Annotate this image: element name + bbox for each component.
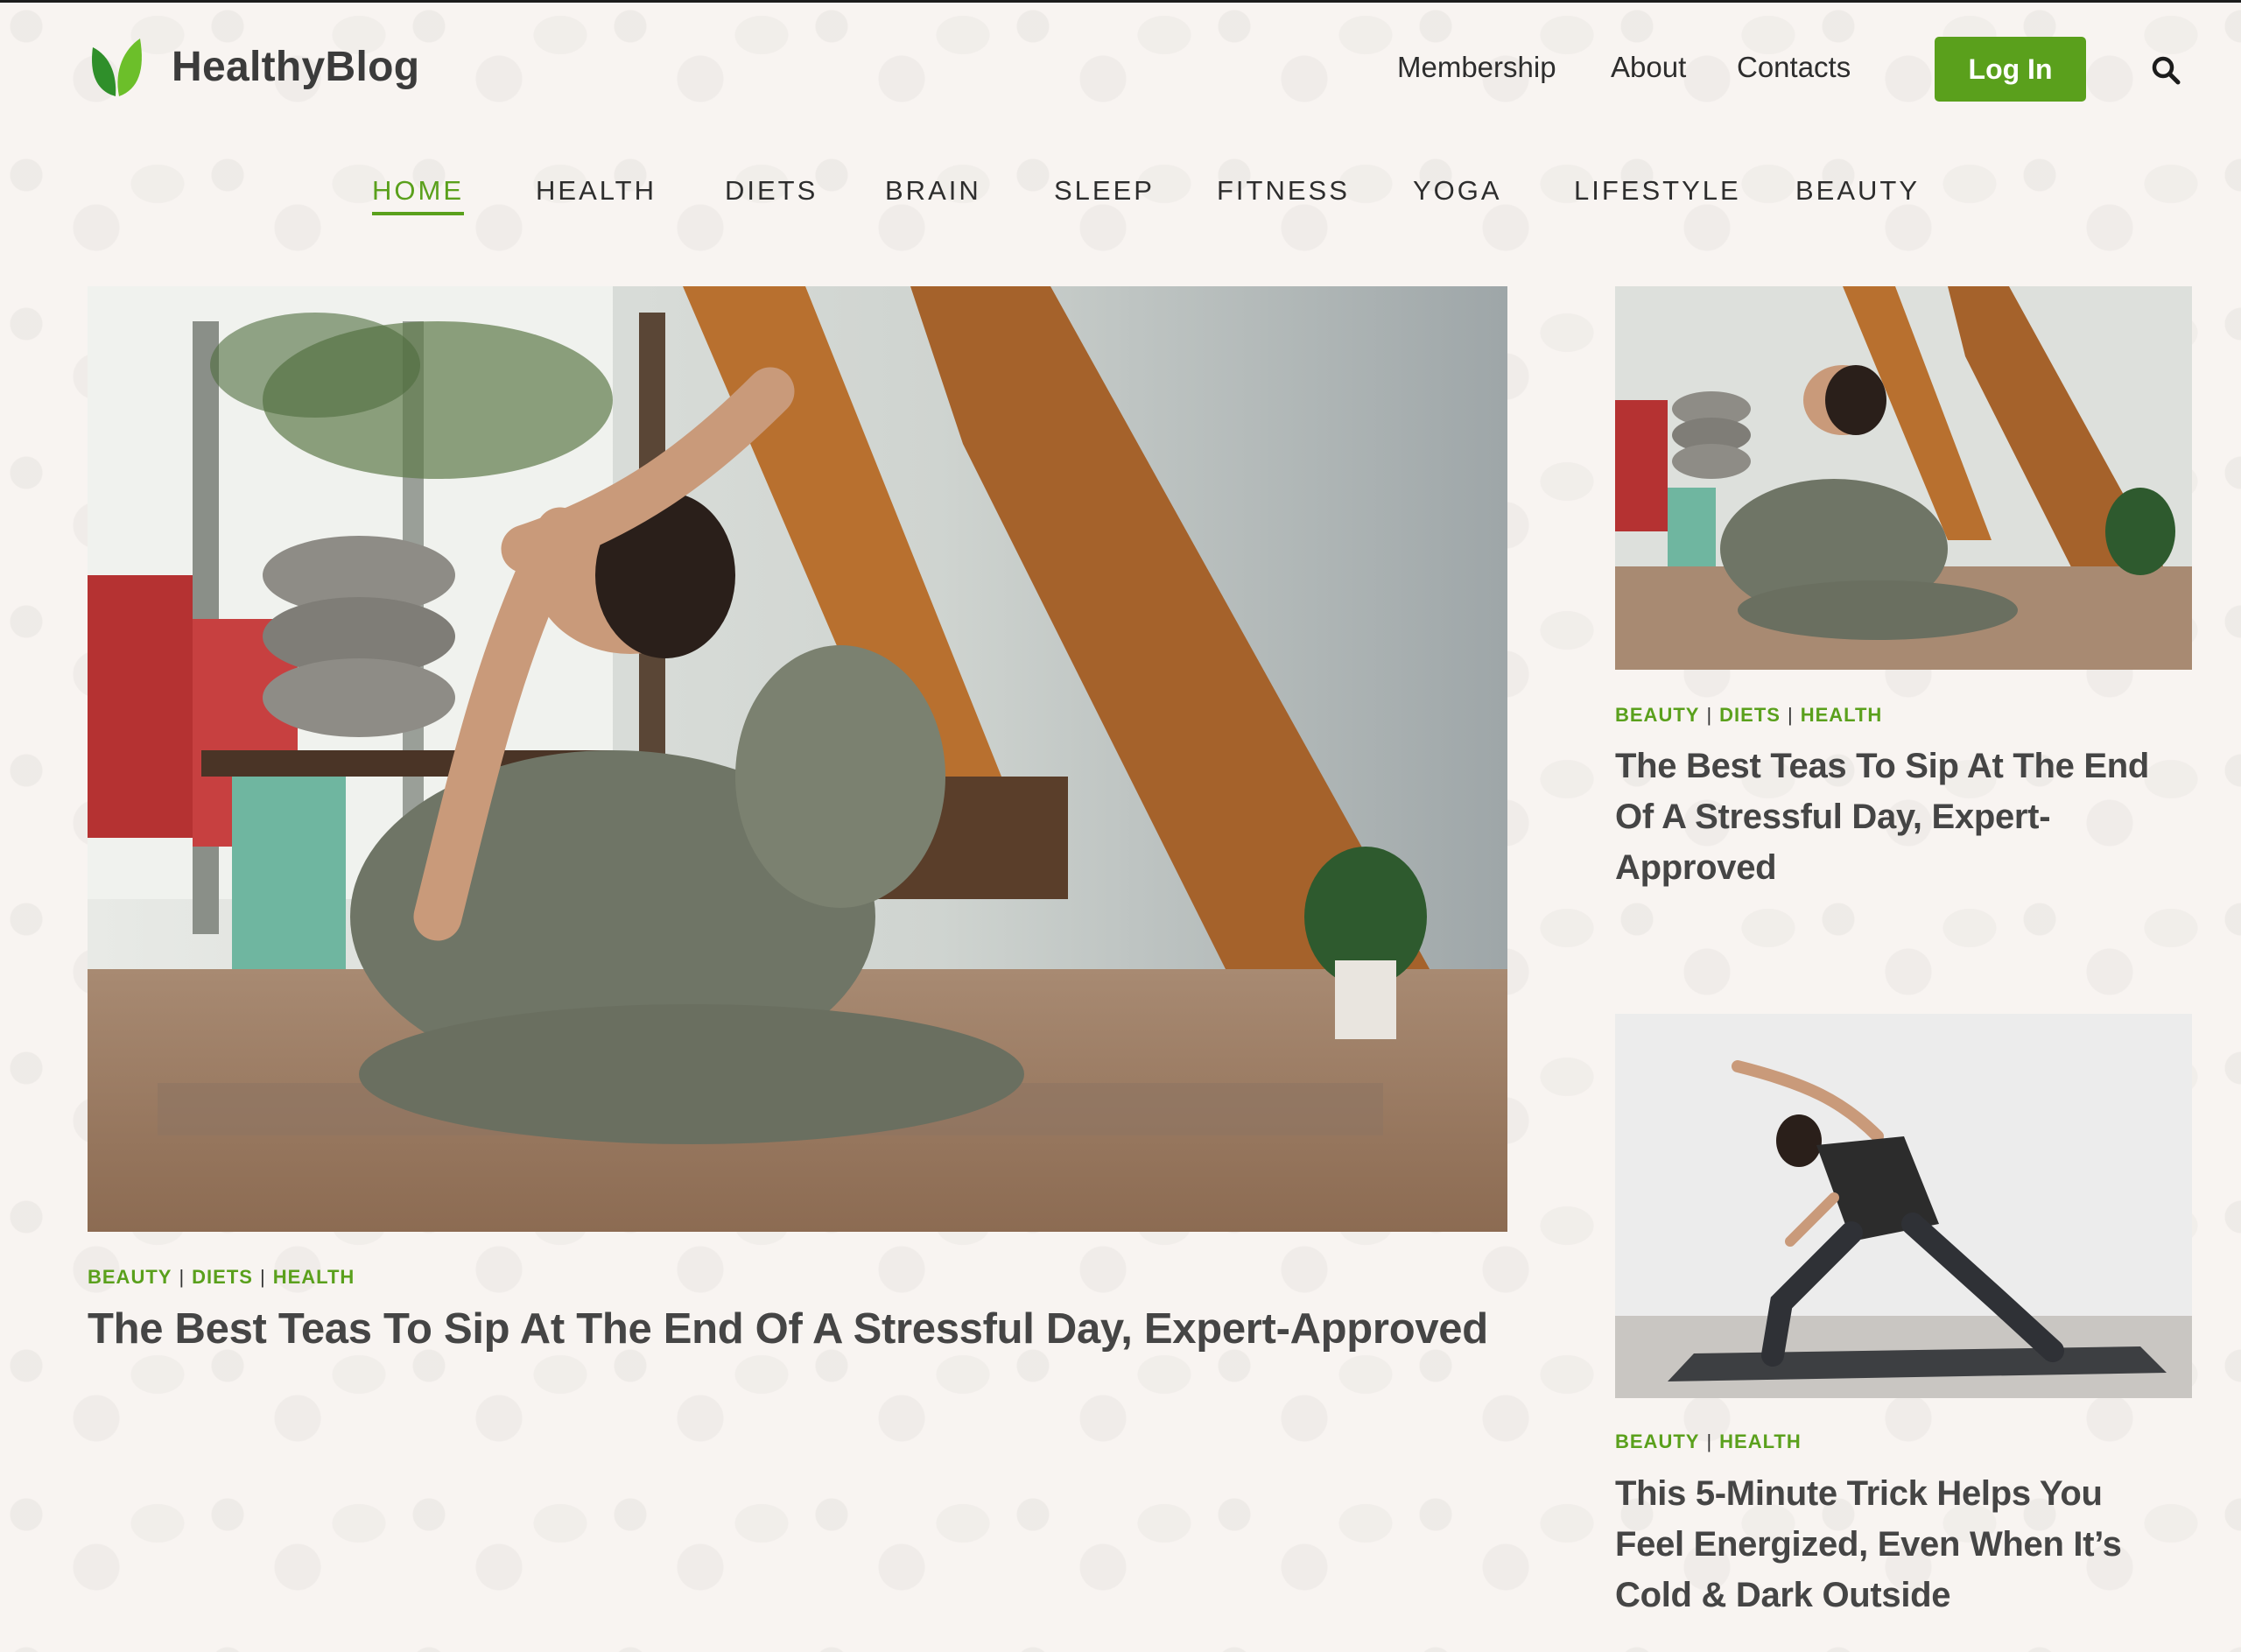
tab-brain[interactable]: BRAIN bbox=[885, 175, 981, 207]
nav-membership[interactable]: Membership bbox=[1397, 51, 1556, 84]
login-button[interactable]: Log In bbox=[1935, 37, 2086, 102]
featured-image[interactable] bbox=[88, 286, 1507, 1232]
side-post-title-1[interactable]: The Best Teas To Sip At The End Of A Str… bbox=[1615, 741, 2210, 893]
site-header: HealthyBlog Membership About Contacts Lo… bbox=[0, 0, 2241, 140]
yoga-photo-image bbox=[1615, 1014, 2192, 1398]
tag-health[interactable]: HEALTH bbox=[273, 1266, 355, 1288]
top-border bbox=[0, 0, 2241, 3]
tag-diets[interactable]: DIETS bbox=[192, 1266, 253, 1288]
featured-title[interactable]: The Best Teas To Sip At The End Of A Str… bbox=[88, 1304, 1523, 1353]
tag-health[interactable]: HEALTH bbox=[1719, 1431, 1802, 1452]
nav-about[interactable]: About bbox=[1611, 51, 1686, 84]
tab-fitness[interactable]: FITNESS bbox=[1217, 175, 1350, 207]
tab-sleep[interactable]: SLEEP bbox=[1054, 175, 1155, 207]
side-post-image-2[interactable] bbox=[1615, 1014, 2192, 1398]
side-post-tags-2: BEAUTY | HEALTH bbox=[1615, 1431, 1802, 1452]
tag-beauty[interactable]: BEAUTY bbox=[1615, 704, 1699, 726]
tag-beauty[interactable]: BEAUTY bbox=[88, 1266, 172, 1288]
tab-lifestyle[interactable]: LIFESTYLE bbox=[1574, 175, 1741, 207]
tab-yoga[interactable]: YOGA bbox=[1413, 175, 1502, 207]
tab-home[interactable]: HOME bbox=[372, 175, 464, 215]
tag-health[interactable]: HEALTH bbox=[1801, 704, 1883, 726]
tab-diets[interactable]: DIETS bbox=[725, 175, 818, 207]
search-icon[interactable] bbox=[2150, 54, 2181, 86]
tag-diets[interactable]: DIETS bbox=[1719, 704, 1781, 726]
site-name: HealthyBlog bbox=[172, 43, 420, 90]
side-post-image-1[interactable] bbox=[1615, 286, 2192, 670]
yoga-photo-image bbox=[1615, 286, 2192, 670]
nav-contacts[interactable]: Contacts bbox=[1737, 51, 1851, 84]
site-logo[interactable]: HealthyBlog bbox=[88, 35, 419, 98]
category-nav: HOME HEALTH DIETS BRAIN SLEEP FITNESS YO… bbox=[0, 175, 2241, 228]
tab-beauty[interactable]: BEAUTY bbox=[1795, 175, 1920, 207]
tag-beauty[interactable]: BEAUTY bbox=[1615, 1431, 1699, 1452]
yoga-photo-image bbox=[88, 286, 1507, 1232]
side-post-tags-1: BEAUTY | DIETS | HEALTH bbox=[1615, 704, 1883, 726]
tab-health[interactable]: HEALTH bbox=[536, 175, 657, 207]
leaf-logo-icon bbox=[92, 39, 142, 96]
side-post-title-2[interactable]: This 5-Minute Trick Helps You Feel Energ… bbox=[1615, 1468, 2210, 1620]
featured-tags: BEAUTY | DIETS | HEALTH bbox=[88, 1266, 355, 1288]
